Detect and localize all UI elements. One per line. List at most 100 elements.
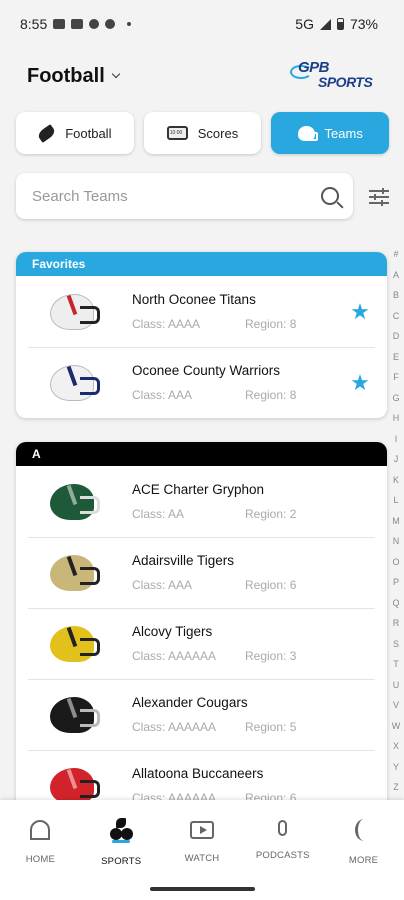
message-icon <box>53 19 66 29</box>
alphabet-letter[interactable]: C <box>393 306 400 327</box>
status-time: 8:55 <box>20 16 48 32</box>
team-class: Class: AAA <box>132 578 193 592</box>
alphabet-letter[interactable]: N <box>393 531 400 552</box>
team-info: Oconee County Warriors Class: AAA Region:… <box>132 363 349 402</box>
status-left: 8:55 <box>20 16 132 32</box>
team-name: Alexander Cougars <box>132 695 248 710</box>
team-helmet-icon <box>48 553 100 593</box>
status-right: 5G 73% <box>295 16 378 32</box>
team-region: Region: 2 <box>245 507 297 521</box>
nav-label: MORE <box>348 855 379 866</box>
alphabet-letter[interactable]: O <box>392 552 399 573</box>
active-indicator <box>112 840 131 843</box>
tab-teams[interactable]: Teams <box>271 112 390 154</box>
bottom-navigation: HOME SPORTS WATCH PODCASTS MORE <box>0 800 404 900</box>
team-helmet-icon <box>48 363 100 403</box>
team-class: Class: AAA <box>132 388 193 402</box>
alphabet-letter[interactable]: M <box>392 511 400 532</box>
team-class: Class: AAAAAA <box>132 649 217 663</box>
nav-watch[interactable]: WATCH <box>162 800 243 878</box>
nav-podcasts[interactable]: PODCASTS <box>242 800 323 878</box>
favorite-star-icon[interactable]: ★ <box>349 300 371 323</box>
alphabet-letter[interactable]: U <box>393 675 400 696</box>
alphabet-letter[interactable]: G <box>392 388 399 409</box>
alphabet-letter[interactable]: A <box>393 265 399 286</box>
team-row[interactable]: North Oconee Titans Class: AAAA Region: 8… <box>16 276 387 347</box>
sports-icon <box>108 818 134 842</box>
team-helmet-icon <box>48 292 100 332</box>
nav-label: HOME <box>25 854 56 865</box>
nav-label: WATCH <box>184 853 220 864</box>
team-class: Class: AAAA <box>132 317 201 331</box>
alphabet-letter[interactable]: X <box>393 736 399 757</box>
favorites-header: Favorites <box>16 252 387 276</box>
more-notifications-dot <box>127 22 132 26</box>
notification-icon <box>89 19 100 29</box>
team-name: North Oconee Titans <box>132 292 256 307</box>
gesture-bar <box>150 887 255 891</box>
team-name: Allatoona Buccaneers <box>132 766 264 781</box>
team-row[interactable]: Alexander Cougars Class: AAAAAA Region: 5 <box>16 679 387 750</box>
network-type: 5G <box>295 16 314 32</box>
alphabet-letter[interactable]: B <box>393 285 399 306</box>
alphabet-letter[interactable]: L <box>393 490 398 511</box>
favorite-star-icon[interactable]: ★ <box>349 371 371 394</box>
nav-more[interactable]: MORE <box>323 800 404 878</box>
alphabet-letter[interactable]: P <box>393 572 399 593</box>
search-icon[interactable] <box>321 187 339 205</box>
section-letter-header: A <box>16 442 387 466</box>
nav-home[interactable]: HOME <box>0 800 81 878</box>
alphabet-letter[interactable]: D <box>393 326 400 347</box>
football-icon <box>36 123 57 143</box>
battery-icon <box>336 18 344 30</box>
tab-scores[interactable]: Scores <box>143 112 262 154</box>
team-row[interactable]: Alcovy Tigers Class: AAAAAA Region: 3 <box>16 608 387 679</box>
alphabet-letter[interactable]: T <box>393 654 399 675</box>
tab-label: Scores <box>197 125 239 141</box>
alphabet-letter[interactable]: # <box>393 244 398 265</box>
gmail-icon <box>71 19 84 29</box>
signal-icon <box>319 18 331 30</box>
alphabet-letter[interactable]: V <box>393 695 399 716</box>
alphabet-letter[interactable]: E <box>393 347 399 368</box>
alphabet-letter[interactable]: I <box>395 429 398 450</box>
sport-title: Football <box>27 64 105 87</box>
team-row[interactable]: ACE Charter Gryphon Class: AA Region: 2 <box>16 466 387 537</box>
more-icon <box>354 819 373 841</box>
alphabet-letter[interactable]: J <box>394 449 399 470</box>
team-row[interactable]: Oconee County Warriors Class: AAA Region:… <box>16 347 387 418</box>
alphabet-letter[interactable]: Z <box>393 777 399 798</box>
alphabet-letter[interactable]: K <box>393 470 399 491</box>
alphabet-letter[interactable]: Y <box>393 757 399 778</box>
microphone-icon <box>278 820 288 836</box>
team-info: North Oconee Titans Class: AAAA Region: 8 <box>132 292 349 331</box>
section-tabs: Football Scores Teams <box>16 112 390 154</box>
team-info: Alcovy Tigers Class: AAAAAA Region: 3 <box>132 624 371 663</box>
search-input[interactable] <box>32 187 321 205</box>
watch-icon <box>189 821 214 839</box>
nav-sports[interactable]: SPORTS <box>81 800 162 878</box>
sport-selector[interactable]: Football <box>27 64 121 88</box>
app-header: Football GPB SPORTS <box>0 56 404 96</box>
alphabet-letter[interactable]: F <box>393 367 399 388</box>
alphabet-letter[interactable]: W <box>392 716 401 737</box>
battery-level: 73% <box>349 16 378 32</box>
team-row[interactable]: Adairsville Tigers Class: AAA Region: 6 <box>16 537 387 608</box>
alphabet-letter[interactable]: R <box>393 613 400 634</box>
tab-football[interactable]: Football <box>16 112 134 154</box>
filter-icon[interactable] <box>369 186 389 206</box>
team-helmet-icon <box>48 482 100 522</box>
nav-label: PODCASTS <box>255 850 310 861</box>
team-info: Alexander Cougars Class: AAAAAA Region: 5 <box>132 695 371 734</box>
alphabet-letter[interactable]: S <box>393 634 399 655</box>
logo-line2: SPORTS <box>318 74 373 90</box>
team-helmet-icon <box>48 624 100 664</box>
team-region: Region: 3 <box>245 649 297 663</box>
alphabet-letter[interactable]: Q <box>392 593 399 614</box>
alphabet-index[interactable]: # A B C D E F G H I J K L M N O P Q R S T U V W X Y Z <box>390 244 402 798</box>
alphabet-letter[interactable]: H <box>393 408 400 429</box>
chevron-down-icon <box>111 69 121 79</box>
team-name: ACE Charter Gryphon <box>132 482 265 497</box>
team-class: Class: AAAAAA <box>132 720 217 734</box>
status-bar: 8:55 5G 73% <box>0 0 404 48</box>
